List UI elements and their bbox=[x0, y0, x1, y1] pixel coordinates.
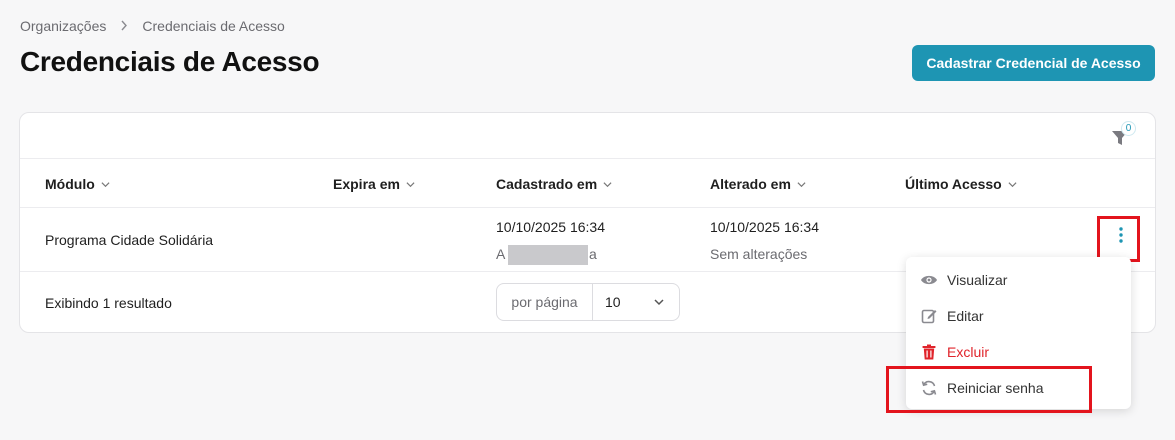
chevron-down-icon bbox=[406, 181, 415, 187]
chevron-down-icon bbox=[101, 181, 110, 187]
kebab-menu-icon bbox=[1119, 227, 1123, 243]
column-header-modulo[interactable]: Módulo bbox=[45, 176, 110, 192]
page-title: Credenciais de Acesso bbox=[20, 46, 320, 77]
chevron-down-icon bbox=[797, 181, 806, 187]
cell-cadastrado-em: 10/10/2025 16:34 bbox=[496, 219, 605, 235]
breadcrumb-item-organizacoes[interactable]: Organizações bbox=[20, 18, 106, 34]
breadcrumb-item-current: Credenciais de Acesso bbox=[142, 18, 285, 34]
per-page-select[interactable]: 10 bbox=[593, 284, 679, 320]
column-label: Expira em bbox=[333, 176, 400, 192]
column-label: Alterado em bbox=[710, 176, 791, 192]
column-header-ultimo-acesso[interactable]: Último Acesso bbox=[905, 176, 1017, 192]
results-count: Exibindo 1 resultado bbox=[45, 295, 172, 311]
row-actions-button[interactable] bbox=[1106, 220, 1136, 250]
column-header-expira-em[interactable]: Expira em bbox=[333, 176, 415, 192]
menu-item-label: Excluir bbox=[947, 344, 990, 360]
menu-item-excluir[interactable]: Excluir bbox=[906, 334, 1131, 370]
chevron-right-icon bbox=[116, 19, 132, 34]
column-label: Módulo bbox=[45, 176, 95, 192]
refresh-icon bbox=[920, 379, 938, 397]
row-actions-menu: Visualizar Editar Excluir Reiniciar senh… bbox=[906, 257, 1131, 409]
cadastrado-por-end: a bbox=[589, 246, 597, 262]
column-header-alterado-em[interactable]: Alterado em bbox=[710, 176, 806, 192]
cell-alterado-em: 10/10/2025 16:34 bbox=[710, 219, 819, 235]
filter-button[interactable]: 0 bbox=[1107, 121, 1136, 149]
menu-item-label: Editar bbox=[947, 308, 984, 324]
trash-icon bbox=[920, 343, 938, 361]
chevron-down-icon bbox=[1008, 181, 1017, 187]
table-header: Módulo Expira em Cadastrado em Alterado … bbox=[20, 158, 1155, 208]
per-page-value: 10 bbox=[605, 294, 621, 310]
eye-icon bbox=[920, 271, 938, 289]
cell-cadastrado-por: A a bbox=[496, 245, 606, 265]
per-page-control: por página 10 bbox=[496, 283, 680, 321]
redacted-block bbox=[508, 245, 588, 265]
cell-modulo: Programa Cidade Solidária bbox=[45, 232, 214, 248]
chevron-down-icon bbox=[603, 181, 612, 187]
add-credential-button[interactable]: Cadastrar Credencial de Acesso bbox=[912, 45, 1155, 81]
menu-item-editar[interactable]: Editar bbox=[906, 298, 1131, 334]
menu-item-label: Visualizar bbox=[947, 272, 1008, 288]
edit-icon bbox=[920, 307, 938, 325]
column-label: Cadastrado em bbox=[496, 176, 598, 192]
filter-count-badge: 0 bbox=[1121, 121, 1136, 136]
column-header-cadastrado-em[interactable]: Cadastrado em bbox=[496, 176, 612, 192]
column-label: Último Acesso bbox=[905, 176, 1002, 192]
cell-alterado-sub: Sem alterações bbox=[710, 246, 808, 262]
cadastrado-por-start: A bbox=[496, 246, 506, 262]
menu-item-reiniciar-senha[interactable]: Reiniciar senha bbox=[906, 370, 1131, 406]
breadcrumb: Organizações Credenciais de Acesso bbox=[20, 18, 285, 34]
menu-item-label: Reiniciar senha bbox=[947, 380, 1044, 396]
chevron-down-icon bbox=[654, 299, 664, 306]
per-page-label: por página bbox=[497, 284, 593, 320]
menu-item-visualizar[interactable]: Visualizar bbox=[906, 262, 1131, 298]
